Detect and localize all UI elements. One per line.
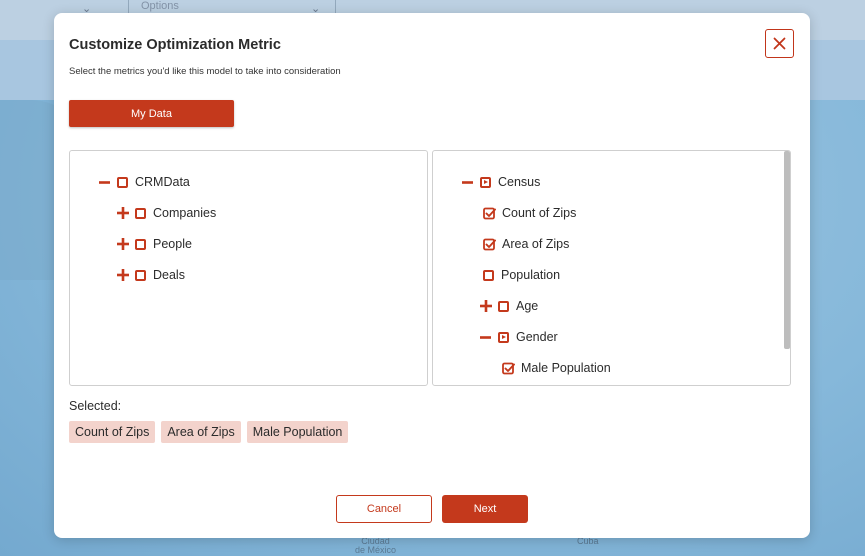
collapse-icon[interactable] [461,174,474,190]
close-button[interactable] [765,29,794,58]
tree-node-crmdata[interactable]: CRMData [98,174,190,190]
tree-node-label: Population [501,268,561,282]
tree-node-gender[interactable]: Gender [479,329,558,345]
crm-data-tree-panel[interactable]: CRMData Companies People Deals [69,150,428,386]
tree-node-male-population[interactable]: Male Population [502,360,611,376]
partial-checkbox-icon[interactable] [480,176,491,188]
dialog-title: Customize Optimization Metric [69,37,281,53]
tree-node-census[interactable]: Census [461,174,540,190]
checkbox-icon[interactable] [135,269,146,281]
selected-chips: Count of Zips Area of Zips Male Populati… [69,421,349,443]
tree-node-count-of-zips[interactable]: Count of Zips [483,205,576,221]
checkbox-icon[interactable] [483,269,494,281]
tree-node-label: Count of Zips [502,206,577,220]
checked-checkbox-icon[interactable] [502,362,515,375]
expand-icon[interactable] [116,267,129,283]
partial-checkbox-icon[interactable] [498,331,509,343]
cancel-button[interactable]: Cancel [336,495,432,523]
expand-icon[interactable] [479,298,492,314]
dialog-subtitle: Select the metrics you'd like this model… [69,66,341,77]
close-icon [773,37,786,50]
tree-node-companies[interactable]: Companies [116,205,216,221]
tree-node-label: CRMData [135,175,190,189]
checked-checkbox-icon[interactable] [483,238,496,251]
tree-node-age[interactable]: Age [479,298,538,314]
tree-node-area-of-zips[interactable]: Area of Zips [483,236,569,252]
collapse-icon[interactable] [479,329,492,345]
expand-icon[interactable] [116,205,129,221]
selected-label: Selected: [69,399,122,413]
selected-chip[interactable]: Count of Zips [69,421,156,443]
tree-node-label: Deals [153,268,185,282]
my-data-button[interactable]: My Data [69,100,234,127]
next-button[interactable]: Next [442,495,528,523]
tree-node-label: Area of Zips [502,237,570,251]
selected-chip[interactable]: Male Population [246,421,349,443]
tree-node-deals[interactable]: Deals [116,267,185,283]
tree-node-people[interactable]: People [116,236,192,252]
checkbox-icon[interactable] [135,238,146,250]
scrollbar[interactable] [784,151,790,349]
collapse-icon[interactable] [98,174,111,190]
checkbox-icon[interactable] [135,207,146,219]
tree-node-label: Male Population [521,361,611,375]
options-dropdown-label: Options [141,0,179,12]
map-label-city: Ciudad de México [355,536,397,555]
tree-node-population[interactable]: Population [483,267,560,283]
tree-node-label: People [153,237,192,251]
checkbox-icon[interactable] [117,176,128,188]
checkbox-icon[interactable] [498,300,509,312]
tree-node-label: Gender [516,330,558,344]
tree-node-label: Companies [153,206,217,220]
expand-icon[interactable] [116,236,129,252]
tree-node-label: Census [498,175,541,189]
tree-node-label: Age [516,299,539,313]
selected-chip[interactable]: Area of Zips [161,421,241,443]
census-tree-panel[interactable]: Census Count of Zips Area of Zips Popula… [432,150,791,386]
checked-checkbox-icon[interactable] [483,207,496,220]
customize-metric-dialog: Customize Optimization Metric Select the… [54,13,810,538]
